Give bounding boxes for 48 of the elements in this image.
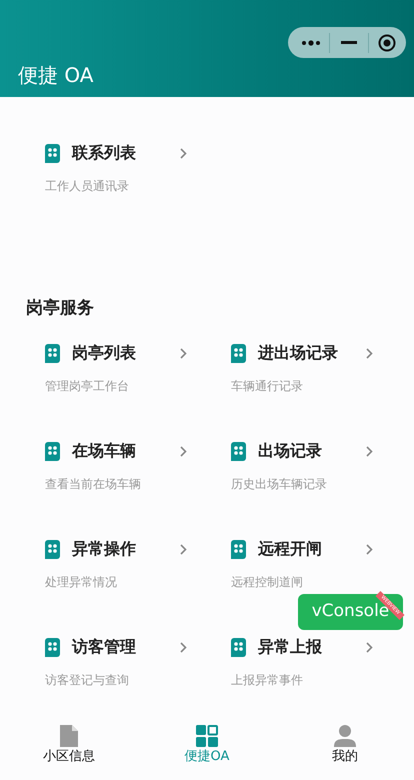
document-icon[interactable] xyxy=(60,725,78,747)
person-icon[interactable] xyxy=(334,725,356,747)
chevron-icon xyxy=(366,642,373,652)
chevron-icon xyxy=(180,148,187,158)
item-title[interactable]: 联系列表 xyxy=(72,141,168,165)
item-subtitle: 工作人员通讯录 xyxy=(45,178,130,195)
app-icon xyxy=(45,144,60,162)
item-subtitle: 访客登记与查询 xyxy=(45,672,130,689)
section-title: 岗亭服务 xyxy=(26,297,95,319)
item-subtitle: 上报异常事件 xyxy=(231,672,304,689)
tab-label[interactable]: 小区信息 xyxy=(43,749,95,765)
app-icon xyxy=(231,442,246,460)
item-title[interactable]: 在场车辆 xyxy=(72,439,168,463)
app-icon xyxy=(45,344,60,362)
item-title[interactable]: 进出场记录 xyxy=(258,341,354,365)
item-title[interactable]: 岗亭列表 xyxy=(72,341,168,365)
chevron-icon xyxy=(366,348,373,358)
app-icon xyxy=(231,344,246,362)
grid-icon[interactable] xyxy=(196,725,218,747)
more-icon[interactable] xyxy=(301,40,321,46)
close-icon[interactable] xyxy=(378,34,396,52)
app-icon xyxy=(45,540,60,558)
chevron-icon xyxy=(180,446,187,456)
chevron-icon xyxy=(180,348,187,358)
capsule-menu[interactable] xyxy=(288,27,406,58)
item-title[interactable]: 远程开闸 xyxy=(258,537,354,561)
tab-label[interactable]: 我的 xyxy=(332,749,358,765)
item-title[interactable]: 访客管理 xyxy=(72,635,168,659)
chevron-icon xyxy=(180,642,187,652)
item-title[interactable]: 出场记录 xyxy=(258,439,354,463)
item-subtitle: 查看当前在场车辆 xyxy=(45,476,142,493)
app-icon xyxy=(45,638,60,656)
chevron-icon xyxy=(366,544,373,554)
app-icon xyxy=(45,442,60,460)
chevron-icon xyxy=(366,446,373,456)
minimize-icon[interactable] xyxy=(341,40,357,44)
chevron-icon xyxy=(180,544,187,554)
item-title[interactable]: 异常上报 xyxy=(258,635,354,659)
item-title[interactable]: 异常操作 xyxy=(72,537,168,561)
tab-label[interactable]: 便捷OA xyxy=(184,749,230,765)
app-icon xyxy=(231,638,246,656)
item-subtitle: 处理异常情况 xyxy=(45,574,118,591)
item-subtitle: 管理岗亭工作台 xyxy=(45,378,130,395)
page-title: 便捷 OA xyxy=(18,62,94,88)
item-subtitle: 历史出场车辆记录 xyxy=(231,476,328,493)
item-subtitle: 车辆通行记录 xyxy=(231,378,304,395)
app-icon xyxy=(231,540,246,558)
item-subtitle: 远程控制道闸 xyxy=(231,574,304,591)
